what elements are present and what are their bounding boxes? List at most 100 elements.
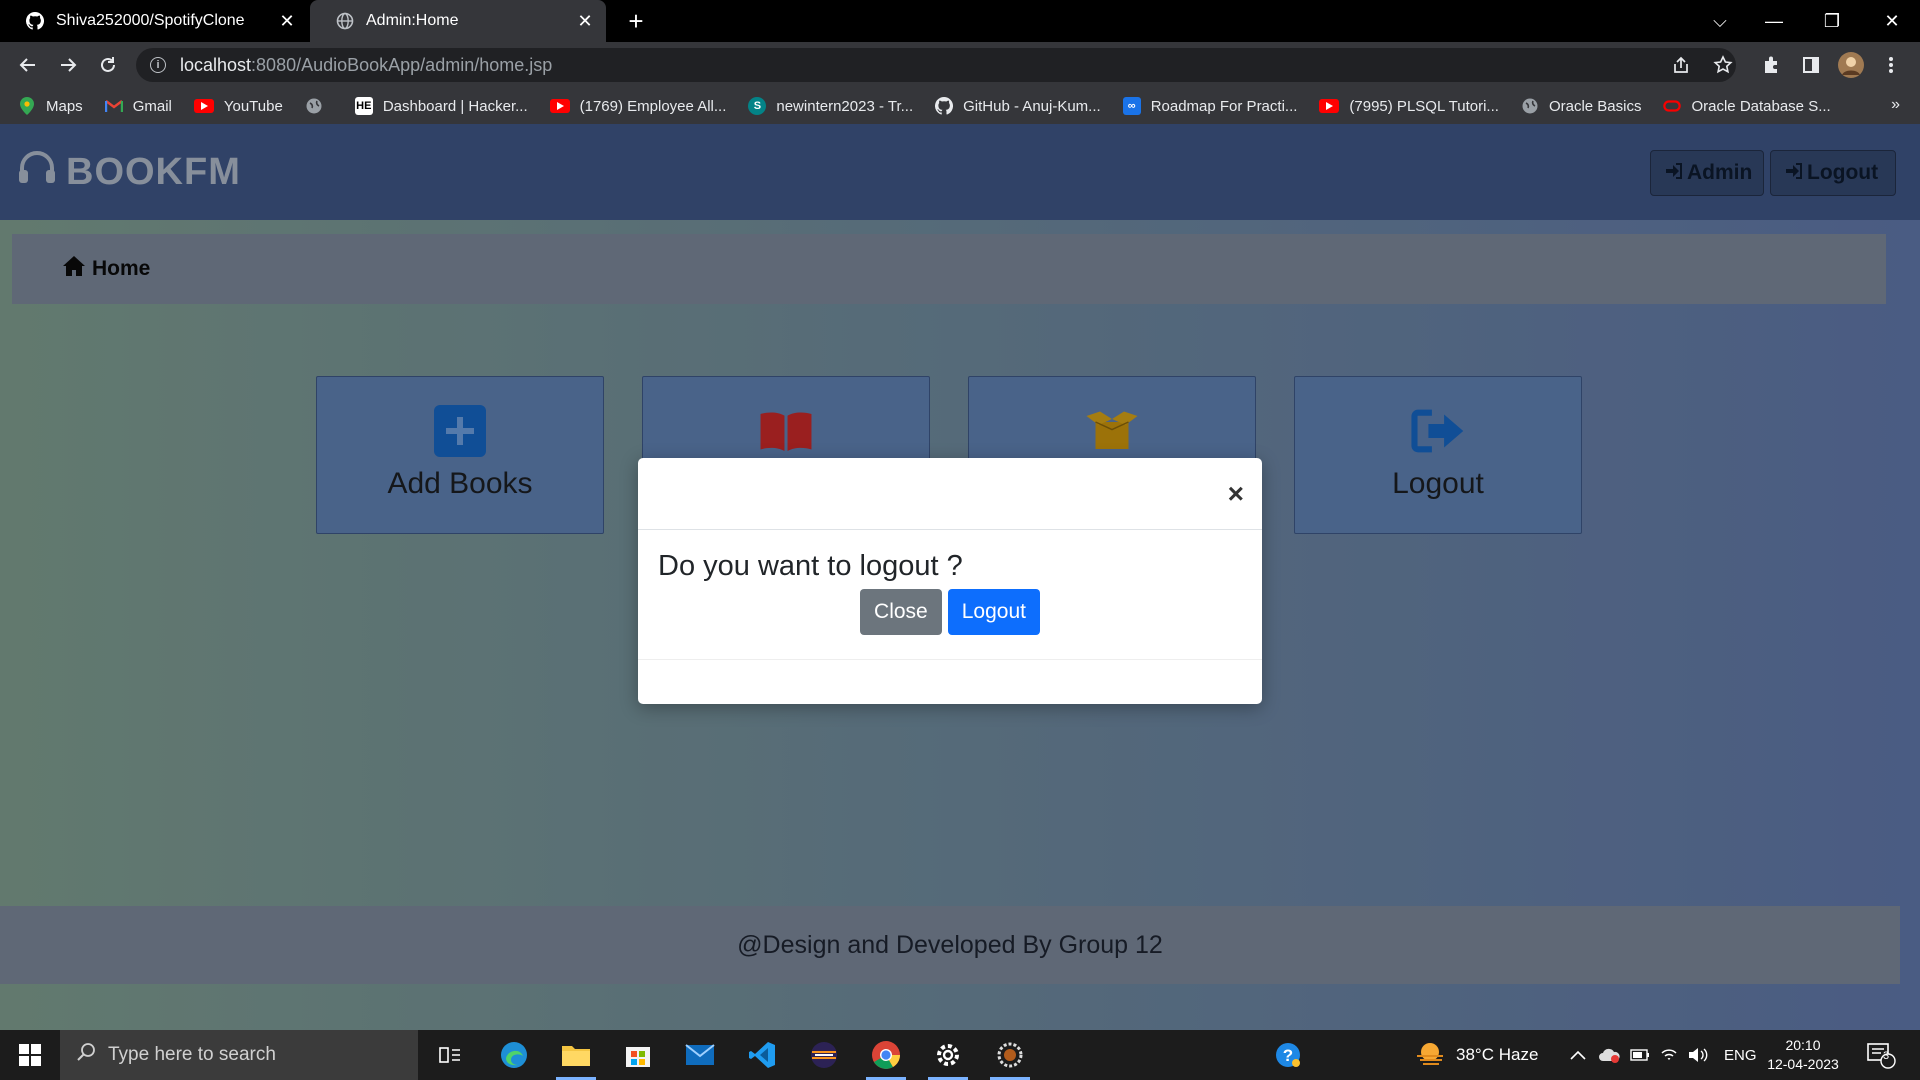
- system-clock[interactable]: 20:10 12-04-2023: [1760, 1036, 1846, 1074]
- globe-icon: [1521, 97, 1539, 115]
- bookmark-label: (1769) Employee All...: [579, 97, 727, 115]
- task-view-icon[interactable]: [424, 1030, 476, 1080]
- settings-gear-icon[interactable]: [922, 1030, 974, 1080]
- help-icon[interactable]: ?: [1274, 1030, 1302, 1080]
- bookmark-plsql[interactable]: (7995) PLSQL Tutori...: [1319, 98, 1499, 115]
- bookmark-gmail[interactable]: Gmail: [104, 97, 172, 115]
- bookmark-label: Gmail: [132, 97, 172, 115]
- bookmark-label: Oracle Basics: [1548, 97, 1642, 115]
- close-tab-icon[interactable]: ✕: [574, 10, 596, 32]
- share-icon[interactable]: [1666, 50, 1696, 80]
- onedrive-error-icon[interactable]: [1598, 1030, 1620, 1080]
- bookmark-label: Roadmap For Practi...: [1150, 97, 1298, 115]
- url-path: :8080/AudioBookApp/admin/home.jsp: [251, 54, 553, 75]
- modal-body: Do you want to logout ? Close Logout: [638, 530, 1262, 660]
- youtube-icon: [1319, 99, 1340, 113]
- site-info-icon[interactable]: i: [150, 57, 166, 73]
- svg-text:?: ?: [1283, 1046, 1293, 1065]
- eclipse-icon[interactable]: [798, 1030, 850, 1080]
- extensions-icon[interactable]: [1756, 50, 1786, 80]
- bookmark-label: (7995) PLSQL Tutori...: [1349, 97, 1499, 115]
- minimize-button[interactable]: —: [1748, 0, 1800, 42]
- restore-button[interactable]: ❐: [1806, 0, 1858, 42]
- confirm-logout-button[interactable]: Logout: [947, 589, 1040, 635]
- bookmark-hackerearth[interactable]: HE Dashboard | Hacker...: [354, 97, 528, 115]
- bookmark-label: newintern2023 - Tr...: [776, 97, 914, 115]
- back-arrow-icon[interactable]: [12, 49, 44, 81]
- edge-icon[interactable]: [488, 1030, 540, 1080]
- maps-icon: [18, 97, 36, 115]
- windows-taskbar: Type here to search ? 38°C Haze ENG 20:1…: [0, 1030, 1920, 1080]
- tab-spotifyclone[interactable]: Shiva252000/SpotifyClone ✕: [0, 0, 308, 42]
- tab-strip: Shiva252000/SpotifyClone ✕ Admin:Home ✕ …: [0, 0, 1920, 42]
- taskbar-search[interactable]: Type here to search: [60, 1030, 418, 1080]
- bookmark-roadmap[interactable]: ∞ Roadmap For Practi...: [1122, 97, 1298, 115]
- chrome-icon[interactable]: [860, 1030, 912, 1080]
- modal-actions: Close Logout: [658, 589, 1242, 635]
- tab-search-chevron-icon[interactable]: ⌵: [1694, 0, 1746, 42]
- modal-header: ×: [638, 458, 1262, 530]
- wifi-icon[interactable]: [1660, 1030, 1678, 1080]
- clock-date: 12-04-2023: [1767, 1056, 1839, 1072]
- tab-title: Admin:Home: [366, 12, 459, 29]
- github-icon: [935, 97, 954, 115]
- tab-title: Shiva252000/SpotifyClone: [56, 12, 245, 29]
- close-button[interactable]: Close: [860, 589, 942, 635]
- vscode-icon[interactable]: [736, 1030, 788, 1080]
- close-tab-icon[interactable]: ✕: [276, 10, 298, 32]
- bookmark-label: Dashboard | Hacker...: [382, 97, 528, 115]
- profile-avatar[interactable]: [1836, 50, 1866, 80]
- bookmark-youtube[interactable]: YouTube: [193, 97, 283, 115]
- weather-widget[interactable]: 38°C Haze: [1414, 1030, 1538, 1080]
- bookmark-employee[interactable]: (1769) Employee All...: [549, 97, 727, 115]
- bookmark-oracle-database[interactable]: Oracle Database S...: [1663, 97, 1831, 115]
- browser-toolbar: i localhost:8080/AudioBookApp/admin/home…: [0, 42, 1920, 88]
- tomcat-icon[interactable]: [984, 1030, 1036, 1080]
- bookmark-star-icon[interactable]: [1708, 50, 1738, 80]
- reload-icon[interactable]: [92, 49, 124, 81]
- bookmark-github[interactable]: GitHub - Anuj-Kum...: [935, 97, 1101, 115]
- oracle-icon: [1663, 97, 1682, 115]
- windows-start-icon[interactable]: [0, 1030, 60, 1080]
- address-bar[interactable]: i localhost:8080/AudioBookApp/admin/home…: [136, 48, 1736, 82]
- notification-count: 3: [1883, 1050, 1890, 1062]
- logout-confirm-modal: × Do you want to logout ? Close Logout: [638, 458, 1262, 704]
- weather-text: 38°C Haze: [1456, 1045, 1539, 1064]
- bookmark-label: Maps: [46, 97, 83, 115]
- weather-sun-icon: [1414, 1040, 1446, 1071]
- new-tab-button[interactable]: +: [622, 8, 650, 36]
- gmail-icon: [104, 97, 123, 115]
- globe-icon: [305, 97, 323, 115]
- bookmark-label: Oracle Database S...: [1691, 97, 1831, 115]
- file-explorer-icon[interactable]: [550, 1030, 602, 1080]
- bookmark-oracle-basics[interactable]: Oracle Basics: [1521, 97, 1642, 115]
- bookmark-newintern[interactable]: S newintern2023 - Tr...: [748, 97, 913, 115]
- bookmarks-bar: Maps Gmail YouTube HE Dashboard | Hacker…: [0, 88, 1920, 124]
- tab-admin-home[interactable]: Admin:Home ✕: [310, 0, 606, 42]
- close-window-button[interactable]: ✕: [1866, 0, 1918, 42]
- youtube-icon: [193, 99, 214, 113]
- search-placeholder: Type here to search: [108, 1044, 276, 1065]
- more-bookmarks-chevron-icon[interactable]: »: [1891, 96, 1900, 114]
- modal-question: Do you want to logout ?: [658, 550, 963, 582]
- github-icon: [26, 12, 44, 30]
- language-indicator[interactable]: ENG: [1724, 1030, 1757, 1080]
- mail-icon[interactable]: [674, 1030, 726, 1080]
- modal-close-icon[interactable]: ×: [1228, 480, 1244, 508]
- notifications-icon[interactable]: 3: [1866, 1030, 1898, 1080]
- globe-icon: [336, 12, 354, 30]
- battery-icon[interactable]: [1630, 1030, 1650, 1080]
- bookmark-label: GitHub - Anuj-Kum...: [963, 97, 1101, 115]
- bookmark-globe[interactable]: [305, 97, 333, 115]
- side-panel-icon[interactable]: [1796, 50, 1826, 80]
- microsoft-store-icon[interactable]: [612, 1030, 664, 1080]
- forward-arrow-icon[interactable]: [52, 49, 84, 81]
- sharepoint-icon: S: [748, 97, 767, 115]
- volume-icon[interactable]: [1688, 1030, 1708, 1080]
- search-icon: [76, 1042, 96, 1068]
- bookmark-maps[interactable]: Maps: [18, 97, 83, 115]
- bookmark-label: YouTube: [223, 97, 283, 115]
- show-hidden-icons-chevron-icon[interactable]: [1570, 1030, 1586, 1080]
- browser-menu-icon[interactable]: [1876, 50, 1906, 80]
- link-icon: ∞: [1122, 97, 1141, 115]
